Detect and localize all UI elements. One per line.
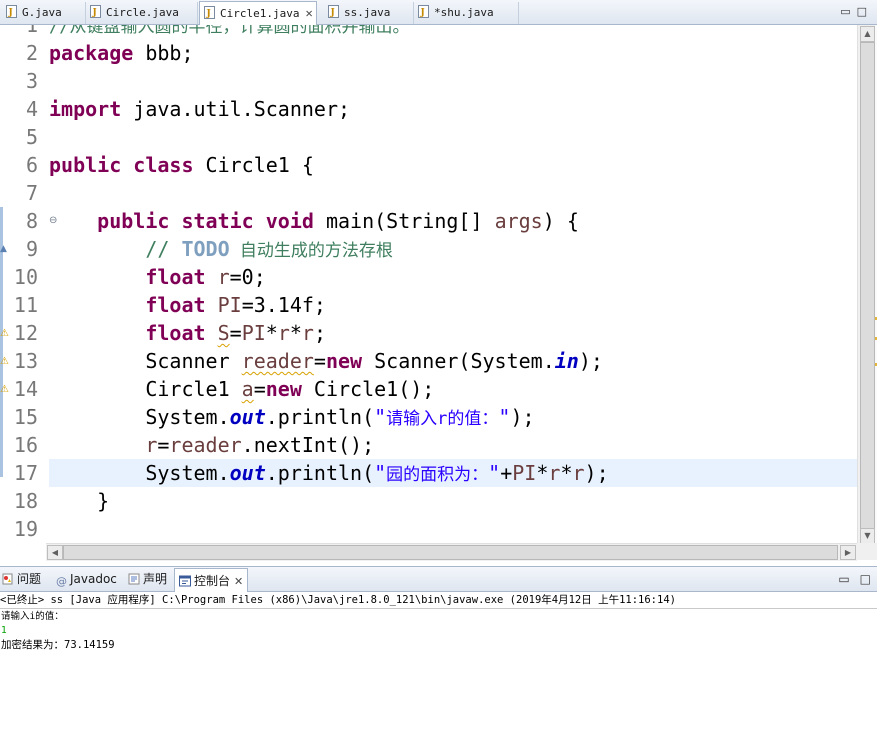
tab-g-java[interactable]: J G.java xyxy=(2,2,86,24)
java-file-icon: J xyxy=(6,5,17,18)
tab-circle-java[interactable]: J Circle.java xyxy=(86,2,198,24)
code-line: public class Circle1 { xyxy=(49,153,314,177)
line-number: 15 xyxy=(13,405,38,429)
java-file-icon: J xyxy=(328,5,339,18)
editor-vertical-scrollbar[interactable]: ▲ ▼ xyxy=(857,25,876,543)
editor-window-controls: ▭□ xyxy=(840,5,873,18)
tab-label: G.java xyxy=(22,6,62,19)
maximize-icon[interactable]: □ xyxy=(857,5,873,18)
code-line: package bbb; xyxy=(49,41,194,65)
console-icon xyxy=(179,575,191,587)
code-line: System.out.println("请输入r的值："); xyxy=(49,405,535,429)
tab-javadoc[interactable]: @ Javadoc xyxy=(56,567,117,591)
code-line: float PI=3.14f; xyxy=(145,293,326,317)
line-number: 17 xyxy=(13,461,38,485)
minimize-icon[interactable]: ▭ xyxy=(838,572,849,586)
line-number: 16 xyxy=(13,433,38,457)
console-output-line: 加密结果为：73.14159 xyxy=(1,639,115,651)
console-view[interactable]: <已终止> ss [Java 应用程序] C:\Program Files (x… xyxy=(0,592,877,736)
close-tab-icon[interactable]: ✕ xyxy=(305,2,312,24)
tab-declaration[interactable]: 声明 xyxy=(128,567,167,591)
view-tab-label: 控制台 xyxy=(194,574,231,588)
code-line-current: System.out.println("园的面积为："+PI*r*r); xyxy=(49,459,857,487)
line-number-gutter: 1 2 3 4 5 6 7 8 9 10 11 12 13 14 15 16 1… xyxy=(12,25,57,543)
code-line: import java.util.Scanner; xyxy=(49,97,351,121)
code-line: r=reader.nextInt(); xyxy=(145,433,375,457)
line-number: 13 xyxy=(13,349,38,373)
code-line: public static void main(String[] args) { xyxy=(97,209,579,233)
line-number: 5 xyxy=(25,125,38,149)
line-number: 12 xyxy=(13,321,38,345)
scroll-left-icon[interactable]: ◀ xyxy=(47,545,63,560)
line-number: 14 xyxy=(13,377,38,401)
java-file-icon: J xyxy=(90,5,101,18)
tab-circle1-java[interactable]: J Circle1.java ✕ xyxy=(199,1,317,25)
scroll-down-icon[interactable]: ▼ xyxy=(860,528,875,543)
code-line: Circle1 a=new Circle1(); xyxy=(49,377,435,401)
line-number: 9 xyxy=(25,237,38,261)
code-editor[interactable]: ▲ ⚠ ⚠ ⚠ 1 2 3 4 5 6 7 8 9 10 11 12 13 14… xyxy=(0,25,877,543)
line-number: 6 xyxy=(25,153,38,177)
line-number: 2 xyxy=(25,41,38,65)
java-file-icon: J xyxy=(204,6,215,19)
code-line: //从键盘输入圆的半径，计算圆的面积并输出。 xyxy=(49,25,857,39)
editor-tab-bar: J G.java J Circle.java J Circle1.java ✕ Jss.… xyxy=(0,0,877,25)
svg-text:J: J xyxy=(8,8,13,18)
console-input-line: 1 xyxy=(1,625,7,636)
line-number: 18 xyxy=(13,489,38,513)
declaration-icon xyxy=(128,573,140,585)
tab-shu-java[interactable]: J *shu.java xyxy=(414,2,519,24)
code-area[interactable]: //从键盘输入圆的半径，计算圆的面积并输出。 package bbb; impo… xyxy=(49,25,857,543)
code-comment: //从键盘输入圆的半径，计算圆的面积并输出。 xyxy=(49,25,410,37)
line-number: 1 xyxy=(25,25,38,37)
tab-console[interactable]: 控制台 ✕ xyxy=(174,568,249,594)
view-tab-label: 声明 xyxy=(143,572,168,586)
java-file-icon: J xyxy=(418,5,429,18)
svg-text:J: J xyxy=(420,8,425,18)
problems-icon xyxy=(2,573,13,585)
line-number: 7 xyxy=(25,181,38,205)
close-tab-icon[interactable]: ✕ xyxy=(234,570,243,594)
line-number: 3 xyxy=(25,69,38,93)
line-number: 10 xyxy=(13,265,38,289)
maximize-icon[interactable]: □ xyxy=(860,572,871,586)
tab-label: Circle.java xyxy=(106,6,179,19)
svg-text:J: J xyxy=(92,8,97,18)
code-line: float S=PI*r*r; xyxy=(145,321,327,345)
scrollbar-thumb[interactable] xyxy=(63,545,838,560)
console-process-header: <已终止> ss [Java 应用程序] C:\Program Files (x… xyxy=(0,592,877,609)
editor-horizontal-scrollbar[interactable]: ◀ ▶ xyxy=(46,543,857,561)
tab-ss-java[interactable]: Jss.java xyxy=(324,2,414,24)
view-tab-label: Javadoc xyxy=(70,572,117,586)
view-tab-label: 问题 xyxy=(17,572,42,586)
minimize-icon[interactable]: ▭ xyxy=(840,5,856,18)
view-window-controls: ▭ □ xyxy=(838,572,871,586)
scrollbar-thumb[interactable] xyxy=(860,42,875,529)
line-number: 19 xyxy=(13,517,38,541)
scroll-up-icon[interactable]: ▲ xyxy=(860,26,875,42)
code-line: float r=0; xyxy=(145,265,266,289)
code-line: // TODO 自动生成的方法存根 xyxy=(145,237,393,261)
tab-label: Circle1.java xyxy=(220,7,300,20)
tab-label: ss.java xyxy=(344,6,391,19)
line-number: 11 xyxy=(13,293,38,317)
line-number: 4 xyxy=(25,97,38,121)
tab-label: *shu.java xyxy=(434,6,494,19)
scroll-corner xyxy=(857,543,877,560)
tab-problems[interactable]: 问题 xyxy=(2,567,41,591)
code-line: Scanner reader=new Scanner(System.in); xyxy=(49,349,603,373)
code-line: } xyxy=(49,489,110,513)
scroll-right-icon[interactable]: ▶ xyxy=(840,545,856,560)
javadoc-icon: @ xyxy=(56,575,67,588)
bottom-view-tab-bar: 问题 @ Javadoc 声明 控制台 ✕ ▭ □ xyxy=(0,566,877,594)
svg-text:J: J xyxy=(330,8,335,18)
line-number: 8 xyxy=(25,209,38,233)
svg-text:J: J xyxy=(206,9,211,19)
console-output-line: 请输入i的值： xyxy=(1,611,64,622)
